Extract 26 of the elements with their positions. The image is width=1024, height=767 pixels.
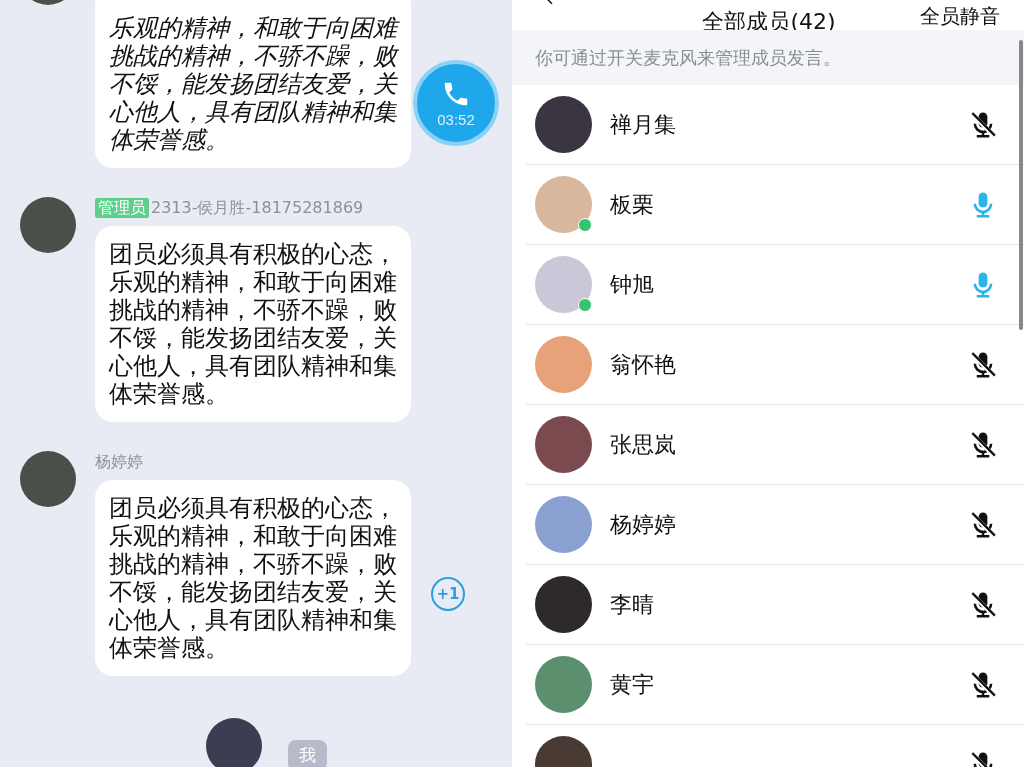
call-button[interactable]: 03:52	[413, 60, 499, 146]
member-name: 钟旭	[610, 270, 655, 299]
avatar[interactable]	[20, 197, 76, 253]
plus-one-button[interactable]: +1	[431, 576, 465, 611]
member-name: 板栗	[610, 190, 655, 219]
avatar[interactable]	[205, 718, 262, 767]
message-bubble: 乐观的精神，和敢于向困难挑战的精神，不骄不躁，败不馁，能发扬团结友爱，关心他人，具有团队精神和集体荣誉感。	[95, 0, 411, 168]
member-name: 翁怀艳	[610, 350, 677, 379]
mute-all-button[interactable]: 全员静音	[920, 2, 1000, 30]
scrollbar[interactable]	[1019, 40, 1023, 330]
member-name: 杨婷婷	[610, 510, 677, 539]
admin-badge: 管理员	[95, 198, 149, 218]
member-name: 李晴	[610, 590, 655, 619]
avatar[interactable]	[535, 416, 592, 473]
message-bubble: 团员必须具有积极的心态，乐观的精神，和敢于向困难挑战的精神，不骄不躁，败不馁，能发扬团结友爱，关心他人，具有团队精神和集体荣誉感。	[95, 480, 411, 676]
avatar[interactable]	[535, 96, 592, 153]
notice-text: 你可通过开关麦克风来管理成员发言。	[512, 30, 1024, 85]
avatar[interactable]	[20, 451, 76, 507]
message-bubble: 团员必须具有积极的心态，乐观的精神，和敢于向困难挑战的精神，不骄不躁，败不馁，能发扬团结友爱，关心他人，具有团队精神和集体荣誉感。	[95, 226, 411, 422]
sender-name: 2313-侯月胜-18175281869	[151, 197, 364, 219]
me-tag: 我	[287, 740, 327, 767]
sender-name: 杨婷婷	[95, 451, 143, 473]
member-name: 黄宇	[610, 670, 655, 699]
member-name: 禅月集	[610, 110, 677, 139]
avatar[interactable]	[535, 576, 592, 633]
member-name: 张思岚	[610, 430, 677, 459]
